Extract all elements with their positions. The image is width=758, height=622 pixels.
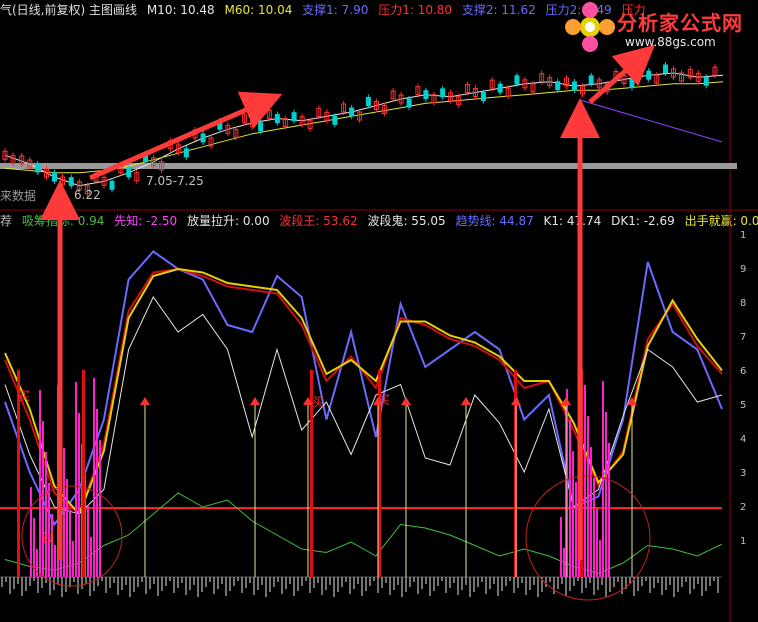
signal-marker-label: 钱 <box>42 530 54 545</box>
indicator-line-2 <box>4 267 723 516</box>
candle-body <box>588 75 594 85</box>
candle-body <box>480 92 486 101</box>
up-arrow-icon <box>461 397 471 405</box>
candle-body <box>440 88 446 98</box>
accumulation-bar <box>584 385 586 577</box>
y-tick-label: 4 <box>740 434 747 445</box>
support-line <box>579 99 723 143</box>
accumulation-bar <box>63 448 65 577</box>
candle-body <box>423 90 429 100</box>
candle-body <box>35 163 41 173</box>
indicator-line-4 <box>4 492 723 575</box>
accumulation-bar <box>72 541 74 577</box>
candle-body <box>497 83 503 93</box>
candle-body <box>349 107 355 117</box>
y-tick-label: 5 <box>740 400 747 411</box>
accumulation-bar <box>45 452 47 577</box>
flower-logo-icon <box>565 2 615 52</box>
accumulation-bar <box>78 413 80 577</box>
candle-body <box>365 97 371 106</box>
accumulation-bar <box>602 381 604 577</box>
candle-body <box>291 112 297 122</box>
stock-chart: 买 买 买钱 <box>0 20 758 622</box>
accumulation-bar <box>90 537 92 577</box>
candle-body <box>274 114 280 123</box>
y-tick-label: 9 <box>740 264 747 275</box>
accumulation-bar <box>66 479 68 577</box>
candle-body <box>514 75 520 85</box>
accumulation-bar <box>563 548 565 577</box>
price-line-1 <box>4 81 724 174</box>
accumulation-bar <box>560 517 562 577</box>
accumulation-bar <box>99 440 101 577</box>
signal-marker-label: 买 <box>312 395 324 409</box>
up-arrow-icon <box>401 397 411 405</box>
accumulation-bar <box>93 378 95 577</box>
accumulation-bar <box>75 382 77 577</box>
y-tick-label: 7 <box>740 332 747 343</box>
accumulation-bar <box>48 483 50 577</box>
candle-body <box>571 81 577 91</box>
up-arrow-icon <box>250 397 260 405</box>
accumulation-bar <box>608 443 610 577</box>
y-tick-label: 6 <box>740 366 747 377</box>
candle-body <box>68 177 74 187</box>
accumulation-bar <box>605 412 607 577</box>
candle-body <box>258 122 264 132</box>
indicator-line-1 <box>4 267 723 516</box>
y-tick-label: 3 <box>740 468 747 479</box>
indicator-line-0 <box>4 250 723 527</box>
candle-body <box>646 70 652 80</box>
candle-body <box>332 115 338 125</box>
logo-url: www.88gs.com <box>625 35 716 49</box>
candle-body <box>126 168 132 178</box>
y-tick-label: 1 <box>740 536 747 547</box>
logo-title: 分析家公式网 <box>617 11 743 35</box>
range-price-label: 7.05-7.25 <box>146 174 204 188</box>
candle-body <box>109 180 115 190</box>
accumulation-bar <box>54 545 56 577</box>
candle-body <box>555 81 561 91</box>
data-label: 来数据 <box>0 189 37 203</box>
accumulation-bar <box>596 509 598 577</box>
low-price-label: 6.22 <box>74 188 101 202</box>
accumulation-bar <box>575 482 577 577</box>
accumulation-bar <box>587 416 589 577</box>
candle-body <box>703 76 709 86</box>
y-tick-label: 2 <box>740 502 747 513</box>
candle-body <box>406 98 412 108</box>
candle-body <box>662 64 668 74</box>
accumulation-bar <box>590 447 592 577</box>
signal-marker-label: 买 <box>18 389 30 403</box>
up-arrow-icon <box>140 397 150 405</box>
candle-body <box>52 172 58 182</box>
signal-bar <box>82 370 85 577</box>
y-tick-label: 1 <box>740 230 747 241</box>
candle-body <box>183 148 189 158</box>
accumulation-bar <box>599 540 601 577</box>
accumulation-bar <box>42 421 44 577</box>
candle-body <box>629 79 635 88</box>
accumulation-bar <box>593 478 595 577</box>
accumulation-bar <box>69 510 71 577</box>
up-arrow-icon <box>561 397 571 405</box>
accumulation-bar <box>51 514 53 577</box>
site-logo: 分析家公式网 www.88gs.com <box>565 2 755 54</box>
accumulation-bar <box>572 451 574 577</box>
y-tick-label: 8 <box>740 298 747 309</box>
candle-body <box>200 133 206 143</box>
accumulation-bar <box>569 420 571 577</box>
accumulation-bar <box>87 506 89 577</box>
signal-marker-label: 买 <box>378 393 390 407</box>
accumulation-bar <box>39 390 41 577</box>
up-arrow-icon <box>511 397 521 405</box>
